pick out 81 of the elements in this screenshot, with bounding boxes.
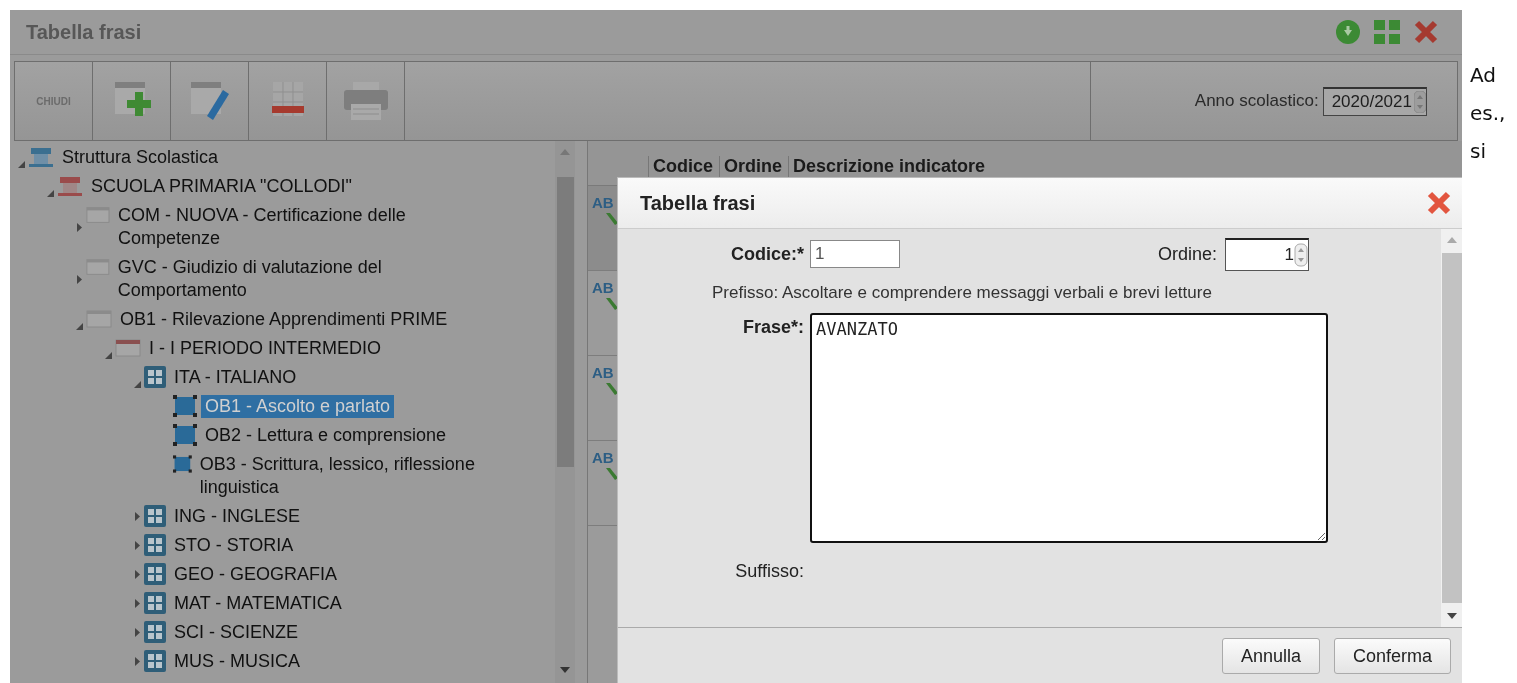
- close-icon[interactable]: [1414, 20, 1438, 44]
- tree-item[interactable]: I - I PERIODO INTERMEDIO: [145, 337, 385, 360]
- field-label: Ordine:: [1157, 243, 1217, 265]
- body-text: si: [1470, 138, 1486, 165]
- scrollbar[interactable]: [1441, 229, 1462, 627]
- arrow-down-circle-icon[interactable]: [1336, 20, 1360, 44]
- expanded-arrow-icon[interactable]: [75, 323, 83, 330]
- scroll-down-icon[interactable]: [1447, 613, 1457, 619]
- tree-item[interactable]: OB3 - Scrittura, lessico, riflessione linguistica: [195, 453, 485, 499]
- dialog-button[interactable]: Annulla: [1221, 638, 1320, 674]
- expanded-arrow-icon[interactable]: [104, 352, 112, 359]
- text-type-icon: AB: [592, 194, 614, 211]
- tree-item[interactable]: OB1 - Ascolto e parlato: [201, 395, 395, 418]
- year-label: Anno scolastico:: [1194, 91, 1319, 111]
- tree-item[interactable]: Struttura Scolastica: [58, 146, 223, 169]
- collapsed-arrow-icon[interactable]: [76, 274, 82, 284]
- calendar-icon: [115, 337, 141, 359]
- spinner-arrows-icon[interactable]: [1414, 90, 1426, 113]
- pencil-icon[interactable]: [604, 466, 618, 480]
- expanded-arrow-icon[interactable]: [17, 161, 25, 168]
- tree-item[interactable]: SCI - SCIENZE: [170, 621, 302, 644]
- school-building-icon: [28, 146, 54, 168]
- scroll-down-icon[interactable]: [560, 667, 570, 673]
- expanded-arrow-icon[interactable]: [46, 190, 54, 197]
- tree-item[interactable]: GVC - Giudizio di valutazione del Comportamento: [113, 256, 485, 302]
- collapsed-arrow-icon[interactable]: [134, 541, 140, 550]
- table-icon: [86, 308, 112, 330]
- tree-item[interactable]: OB2 - Lettura e comprensione: [201, 424, 451, 447]
- grid-icon: [144, 621, 166, 643]
- pencil-icon[interactable]: [604, 296, 618, 310]
- tree-item[interactable]: SCUOLA PRIMARIA "COLLODI": [87, 175, 356, 198]
- pencil-icon[interactable]: [604, 211, 618, 225]
- grid-icon: [144, 650, 166, 672]
- tree-item[interactable]: ING - INGLESE: [170, 505, 305, 528]
- grid-icon: [144, 592, 166, 614]
- table-icon: [86, 204, 110, 226]
- tree-item[interactable]: MAT - MATEMATICA: [170, 592, 346, 615]
- prefix-text: Prefisso: Ascoltare e comprendere messaggi verbali e brevi letture: [711, 282, 1213, 304]
- tree-item[interactable]: STO - STORIA: [170, 534, 298, 557]
- collapsed-arrow-icon[interactable]: [134, 628, 140, 637]
- text-type-icon: AB: [592, 364, 614, 381]
- dialog-title: Tabella frasi: [640, 191, 757, 215]
- frase-textarea[interactable]: AVANZATO: [810, 313, 1328, 543]
- field-label: Frase*:: [741, 316, 804, 339]
- grid-icon: [144, 563, 166, 585]
- ordine-spinner[interactable]: 1: [1225, 237, 1309, 271]
- scroll-up-icon[interactable]: [560, 149, 570, 155]
- text-type-icon: AB: [592, 279, 614, 296]
- pencil-icon[interactable]: [604, 381, 618, 395]
- collapsed-arrow-icon[interactable]: [134, 570, 140, 579]
- tree-item[interactable]: GEO - GEOGRAFIA: [170, 563, 342, 586]
- grid-icon: [144, 366, 166, 388]
- expanded-arrow-icon[interactable]: [133, 381, 141, 388]
- year-spinner[interactable]: 2020/2021: [1322, 86, 1427, 116]
- field-label: Codice:*: [730, 243, 804, 265]
- grid-icon: [144, 505, 166, 527]
- collapsed-arrow-icon[interactable]: [134, 512, 140, 521]
- square-icon: [173, 395, 197, 417]
- tree-item[interactable]: OB1 - Rilevazione Apprendimenti PRIME: [116, 308, 452, 331]
- close-icon[interactable]: [1427, 191, 1451, 215]
- dialog-button[interactable]: Conferma: [1333, 638, 1451, 674]
- grid-icon: [144, 534, 166, 556]
- codice-input[interactable]: 1: [810, 240, 900, 268]
- tree-item[interactable]: ITA - ITALIANO: [170, 366, 301, 389]
- body-text: es.,: [1470, 100, 1506, 127]
- window-title: Tabella frasi: [26, 20, 143, 44]
- collapsed-arrow-icon[interactable]: [134, 657, 140, 666]
- tree-item[interactable]: COM - NUOVA - Certificazione delle Competenze: [113, 204, 485, 250]
- scroll-up-icon[interactable]: [1447, 237, 1457, 243]
- field-label: Suffisso:: [734, 560, 804, 582]
- square-icon: [173, 453, 192, 475]
- body-text: Ad: [1470, 62, 1497, 89]
- collapsed-arrow-icon[interactable]: [134, 599, 140, 608]
- square-icon: [173, 424, 197, 446]
- school-building-icon: [57, 175, 83, 197]
- scrollbar[interactable]: [555, 141, 575, 683]
- table-icon: [86, 256, 110, 278]
- collapsed-arrow-icon[interactable]: [76, 222, 82, 232]
- tree-item[interactable]: MUS - MUSICA: [170, 650, 304, 673]
- spinner-arrows-icon[interactable]: [1294, 242, 1308, 267]
- text-type-icon: AB: [592, 449, 614, 466]
